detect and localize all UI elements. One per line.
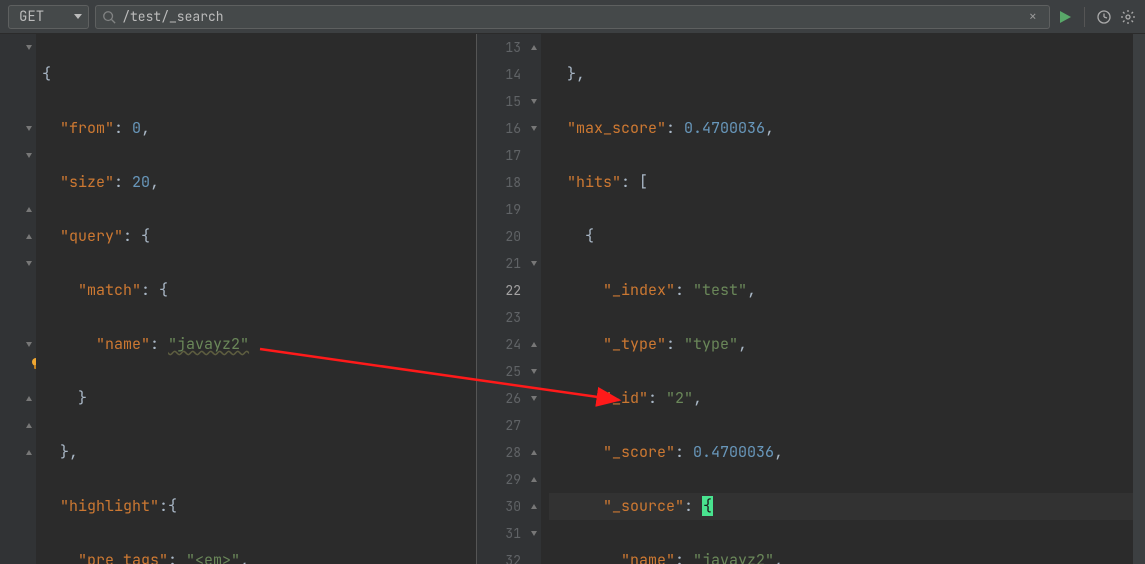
- fold-end-icon: [26, 396, 32, 401]
- editor-split: { "from": 0, "size": 20, "query": { "mat…: [0, 34, 1145, 564]
- response-code[interactable]: }, "max_score": 0.4700036, "hits": [ { "…: [541, 34, 1145, 564]
- search-icon: [102, 10, 116, 24]
- fold-icon[interactable]: [26, 45, 32, 50]
- gutter-right: 1314151617181920212223242526272829303132: [477, 34, 527, 564]
- response-editor[interactable]: 1314151617181920212223242526272829303132…: [477, 34, 1145, 564]
- fold-icon[interactable]: [531, 126, 537, 131]
- fold-end-icon: [531, 477, 537, 482]
- fold-icon[interactable]: [531, 531, 537, 536]
- http-method-label: GET: [19, 8, 44, 26]
- fold-column-right: [527, 34, 541, 564]
- fold-end-icon: [531, 342, 537, 347]
- run-button[interactable]: [1056, 8, 1074, 26]
- fold-end-icon: [26, 423, 32, 428]
- gear-icon[interactable]: [1119, 8, 1137, 26]
- fold-icon[interactable]: [26, 126, 32, 131]
- chevron-down-icon: [74, 14, 82, 19]
- fold-icon[interactable]: [26, 261, 32, 266]
- scrollbar[interactable]: [1133, 34, 1145, 564]
- http-method-dropdown[interactable]: GET: [8, 5, 89, 29]
- fold-end-icon: [531, 450, 537, 455]
- fold-end-icon: [26, 207, 32, 212]
- fold-icon[interactable]: [531, 369, 537, 374]
- fold-end-icon: [26, 450, 32, 455]
- fold-icon[interactable]: [26, 342, 32, 347]
- fold-end-icon: [531, 504, 537, 509]
- fold-icon[interactable]: [26, 153, 32, 158]
- toolbar: GET ×: [0, 0, 1145, 34]
- clear-icon[interactable]: ×: [1023, 8, 1043, 26]
- fold-icon[interactable]: [531, 396, 537, 401]
- history-icon[interactable]: [1095, 8, 1113, 26]
- path-input[interactable]: [122, 8, 1016, 25]
- search-field-wrap[interactable]: ×: [95, 5, 1050, 29]
- fold-end-icon: [531, 45, 537, 50]
- gutter-left: [0, 34, 22, 564]
- fold-column-left: [22, 34, 36, 564]
- request-editor[interactable]: { "from": 0, "size": 20, "query": { "mat…: [0, 34, 477, 564]
- fold-end-icon: [26, 234, 32, 239]
- fold-icon[interactable]: [531, 261, 537, 266]
- fold-icon[interactable]: [531, 99, 537, 104]
- toolbar-divider: [1084, 7, 1085, 27]
- request-code[interactable]: { "from": 0, "size": 20, "query": { "mat…: [36, 34, 476, 564]
